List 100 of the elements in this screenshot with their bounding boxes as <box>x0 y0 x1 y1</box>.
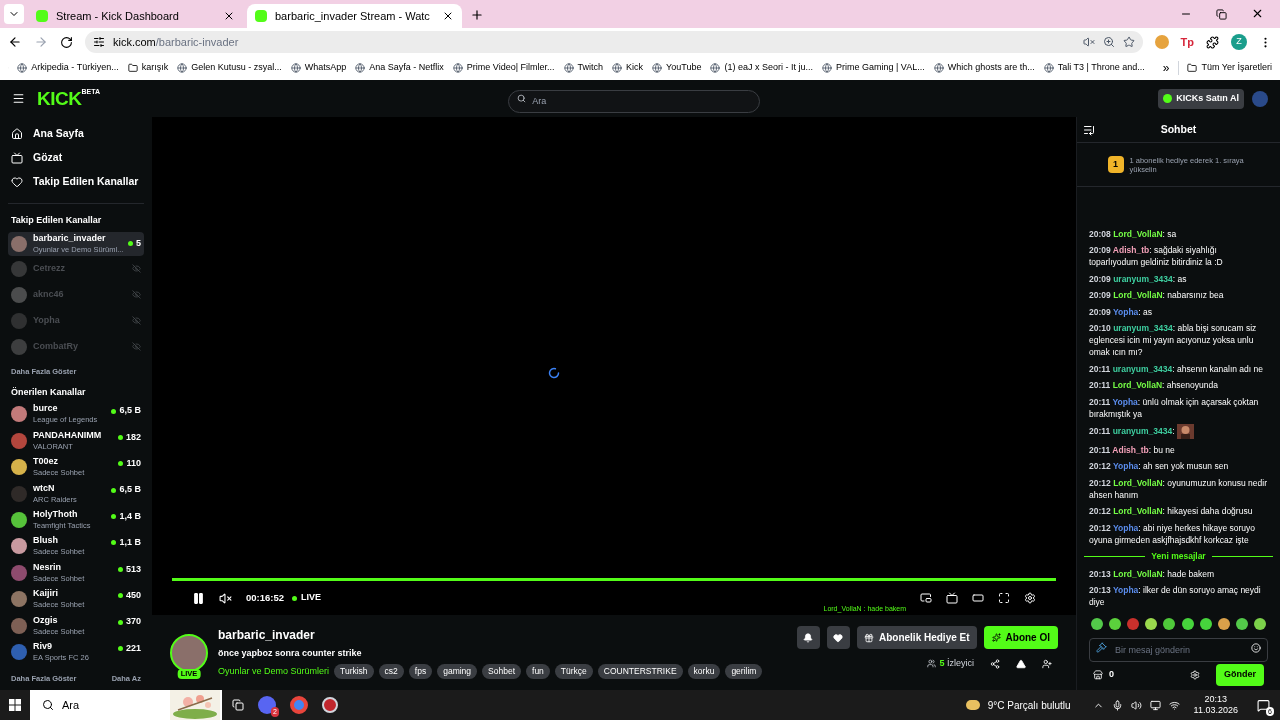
buy-kicks-button[interactable]: KICKs Satın Al <box>1158 88 1244 109</box>
gift-subscription-button[interactable]: Abonelik Hediye Et <box>856 626 977 649</box>
viewer-count: 450 <box>117 589 141 603</box>
emote-icon[interactable] <box>1199 618 1212 630</box>
bookmarks-overflow[interactable]: » <box>1162 59 1170 77</box>
bookmark[interactable]: Twitch <box>563 61 604 75</box>
bookmark[interactable]: Tali T3 | Throne and... <box>1043 61 1145 75</box>
channel-name: T00ez <box>33 456 59 468</box>
mute-icon[interactable] <box>219 591 232 605</box>
bookmark[interactable]: (1) eaJ x Seori - It ju... <box>710 61 813 75</box>
tag[interactable]: gaming <box>437 663 478 679</box>
tab-list-button[interactable] <box>4 4 24 24</box>
gavel-icon <box>1096 642 1107 653</box>
chat-settings-icon[interactable] <box>1190 670 1200 680</box>
kick-logo[interactable]: KICK <box>37 89 82 108</box>
taskbar-search[interactable]: Ara <box>30 690 222 720</box>
task-view-icon[interactable] <box>232 699 244 711</box>
theater-mode-icon[interactable] <box>946 592 958 604</box>
fullscreen-icon[interactable] <box>998 592 1010 604</box>
close-tab-icon[interactable] <box>442 10 454 22</box>
bookmark[interactable]: Kick <box>612 61 644 75</box>
microphone-icon[interactable] <box>1111 699 1123 711</box>
bookmark[interactable]: Prime Gaming | VAL... <box>821 61 925 75</box>
chat-message: 20:09 Lord_VollaN: nabarsınız bea <box>1089 289 1225 302</box>
bookmark[interactable]: YouTube <box>652 61 702 75</box>
emote-icon[interactable] <box>1109 618 1122 630</box>
clock[interactable]: 20:13 11.03.2026 <box>1187 694 1244 716</box>
folder-icon <box>127 63 138 73</box>
chat-message: 20:11 Yopha: ünlü olmak için açarsak çoktan bırakmıştık ya <box>1089 395 1260 420</box>
chat-message: 20:11 uranyum_3434: <box>1089 425 1175 439</box>
channel-name: Nesrin <box>33 561 62 573</box>
wifi-icon[interactable] <box>1168 699 1180 711</box>
message-input[interactable]: Bir mesaj gönderin <box>1089 638 1268 662</box>
tag[interactable]: cs2 <box>378 663 404 679</box>
wide-mode-icon[interactable] <box>972 592 984 604</box>
notifications-button[interactable] <box>796 626 820 649</box>
bookmark[interactable]: Which ghosts are th... <box>933 61 1035 75</box>
search-field[interactable]: Ara <box>508 89 761 113</box>
bookmark[interactable]: WhatsApp <box>290 61 347 75</box>
bookmark[interactable]: Prime Video| Filmler... <box>452 61 555 75</box>
bookmark[interactable]: Arkipedia - Türkiyen... <box>17 61 119 75</box>
extensions-icon[interactable] <box>1206 35 1219 49</box>
new-tab-icon[interactable] <box>470 8 484 22</box>
close-window-icon[interactable] <box>1251 7 1264 20</box>
address-bar[interactable]: kick.com/barbaric-invader <box>85 31 1143 53</box>
settings-icon[interactable] <box>1024 592 1036 604</box>
extension-button[interactable]: Tp <box>1180 33 1194 51</box>
collapse-chat-icon[interactable] <box>1083 123 1095 136</box>
follow-button[interactable] <box>826 626 850 649</box>
nav-item[interactable]: Ana Sayfa <box>8 125 144 143</box>
tag[interactable]: Sohbet <box>482 663 522 679</box>
bookmark[interactable]: Ana Sayfa - Netflix <box>355 61 444 75</box>
emoji-icon[interactable] <box>1251 643 1261 653</box>
recording-app-icon[interactable] <box>322 697 338 713</box>
share-icon[interactable] <box>990 658 1000 669</box>
zoom-icon[interactable] <box>1102 36 1115 48</box>
speaker-icon[interactable] <box>1130 699 1142 711</box>
tag[interactable]: fps <box>408 663 433 679</box>
tag[interactable]: Turkish <box>334 663 374 679</box>
browser-tab[interactable]: barbaric_invader Stream - Watc <box>247 4 462 28</box>
bookmark[interactable]: Gelen Kutusu - zsyal... <box>177 61 282 75</box>
weather-text[interactable]: 9°C Parçalı bulutlu <box>987 697 1071 713</box>
network-icon[interactable] <box>1149 699 1161 711</box>
picture-in-picture-icon[interactable] <box>920 592 932 604</box>
tag[interactable]: Türkçe <box>554 663 593 679</box>
nav-item[interactable]: Gözat <box>8 149 144 167</box>
emote-icon[interactable] <box>1181 618 1194 630</box>
bookmark[interactable]: karışık <box>127 61 169 75</box>
send-button[interactable]: Gönder <box>1216 664 1264 686</box>
channel-name: Cetrezz <box>33 263 66 274</box>
heart-icon <box>833 632 844 643</box>
nav-item[interactable]: Takip Edilen Kanallar <box>8 173 144 191</box>
tag[interactable]: fun <box>526 663 550 679</box>
pause-icon[interactable] <box>192 591 205 605</box>
emote-icon[interactable] <box>1091 618 1103 630</box>
report-icon[interactable] <box>1016 658 1026 669</box>
add-user-icon[interactable] <box>1042 658 1052 669</box>
bookmark-star-icon[interactable] <box>1122 36 1135 48</box>
reload-icon[interactable] <box>60 35 73 49</box>
globe-icon <box>290 63 301 73</box>
house-icon <box>11 128 23 140</box>
category-link[interactable]: Oyunlar ve Demo Sürümleri <box>218 664 330 678</box>
tag[interactable]: korku <box>687 663 721 679</box>
browser-app-icon[interactable] <box>290 696 308 714</box>
menu-icon[interactable] <box>12 92 25 105</box>
channel-name: burce <box>33 403 59 415</box>
browser-tab[interactable]: Stream - Kick Dashboard <box>28 4 243 28</box>
subscribe-button[interactable]: Abone Ol <box>983 626 1058 649</box>
close-tab-icon[interactable] <box>223 10 235 22</box>
emote-icon[interactable] <box>1163 618 1176 630</box>
restore-icon[interactable] <box>1216 9 1227 20</box>
emote-icon[interactable] <box>1145 618 1158 630</box>
emote-icon[interactable] <box>1254 618 1266 630</box>
emote-icon[interactable] <box>1217 618 1230 630</box>
tag[interactable]: COUNTERSTRIKE <box>597 663 683 679</box>
store-icon[interactable] <box>1093 670 1103 680</box>
back-icon[interactable] <box>8 35 22 49</box>
emote-icon[interactable] <box>1235 618 1248 630</box>
tag[interactable]: gerilim <box>725 663 763 679</box>
all-bookmarks[interactable]: Tüm Yer İşaretleri <box>1178 61 1272 75</box>
